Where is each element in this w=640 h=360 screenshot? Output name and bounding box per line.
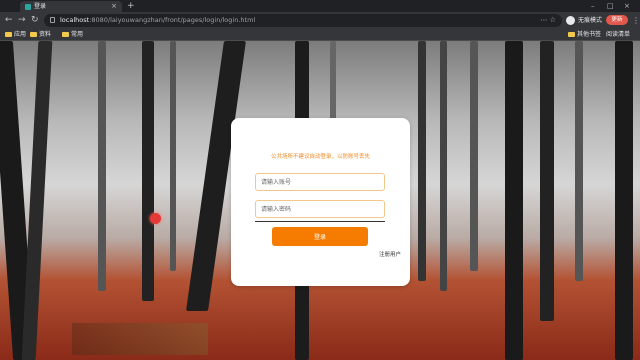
browser-tab-strip: 登录 × + – □ × bbox=[0, 0, 640, 12]
reload-button[interactable]: ↻ bbox=[31, 14, 39, 27]
register-link[interactable]: 注册用户 bbox=[379, 250, 401, 258]
other-bookmarks[interactable]: 其他书签 bbox=[568, 29, 601, 40]
address-bar[interactable]: localhost:8080/laiyouwangzhan/front/page… bbox=[44, 14, 562, 27]
background-tree bbox=[440, 41, 447, 291]
incognito-profile-button[interactable]: 无痕模式 bbox=[566, 14, 602, 27]
tab-close-icon[interactable]: × bbox=[111, 1, 117, 12]
browser-menu-icon[interactable]: ⋮ bbox=[632, 14, 640, 27]
other-bookmarks-label: 其他书签 bbox=[577, 31, 602, 38]
bookmark-resources-label: 资料 bbox=[39, 31, 52, 38]
window-close-button[interactable]: × bbox=[624, 0, 630, 12]
bookmark-apps[interactable]: 应用 bbox=[5, 29, 26, 40]
forward-button[interactable]: → bbox=[18, 14, 26, 27]
folder-icon bbox=[62, 32, 69, 37]
background-tree bbox=[505, 41, 523, 360]
browser-tab[interactable]: 登录 × bbox=[20, 1, 122, 12]
background-tree bbox=[98, 41, 106, 291]
auto-login-notice: 公共场所不建议自动登录，以防账号丢失 bbox=[270, 154, 370, 160]
minimize-button[interactable]: – bbox=[591, 0, 595, 12]
url-path: :8080/laiyouwangzhan/front/pages/login/l… bbox=[89, 16, 256, 24]
url-text[interactable]: localhost:8080/laiyouwangzhan/front/page… bbox=[60, 14, 255, 27]
reading-list-label: 阅读清单 bbox=[606, 31, 631, 38]
update-button[interactable]: 更新 bbox=[606, 15, 628, 25]
new-tab-button[interactable]: + bbox=[127, 0, 135, 12]
background-tree bbox=[540, 41, 554, 321]
bookmark-common[interactable]: 常用 bbox=[62, 29, 83, 40]
login-page-background: 公共场所不建议自动登录，以防账号丢失 登录 注册用户 bbox=[0, 41, 640, 360]
apps-grid-icon bbox=[5, 32, 12, 37]
bookmark-apps-label: 应用 bbox=[14, 31, 27, 38]
browser-toolbar: ← → ↻ localhost:8080/laiyouwangzhan/fron… bbox=[0, 12, 640, 29]
bookmark-resources[interactable]: 资料 bbox=[30, 29, 51, 40]
password-input[interactable] bbox=[255, 200, 385, 218]
background-tree bbox=[142, 41, 154, 301]
account-input[interactable] bbox=[255, 173, 385, 191]
background-tree bbox=[21, 41, 53, 360]
profile-label: 无痕模式 bbox=[578, 17, 603, 24]
url-host: localhost bbox=[60, 16, 90, 24]
cursor-indicator bbox=[150, 213, 161, 224]
bookmark-common-label: 常用 bbox=[71, 31, 84, 38]
site-info-icon[interactable] bbox=[50, 17, 55, 23]
reading-list[interactable]: 阅读清单 bbox=[606, 29, 630, 40]
background-tree bbox=[575, 41, 583, 281]
login-button[interactable]: 登录 bbox=[272, 227, 368, 246]
bookmarks-bar: 应用 资料 常用 其他书签 阅读清单 bbox=[0, 29, 640, 41]
maximize-button[interactable]: □ bbox=[607, 0, 614, 12]
site-logo-banner bbox=[72, 323, 208, 355]
site-favicon-icon bbox=[25, 4, 31, 10]
background-tree bbox=[170, 41, 176, 271]
bookmark-star-icon[interactable]: ⋯ ☆ bbox=[540, 14, 556, 27]
background-tree bbox=[615, 41, 633, 360]
background-tree bbox=[418, 41, 426, 281]
divider bbox=[255, 221, 385, 222]
incognito-avatar-icon bbox=[566, 16, 575, 25]
tab-title: 登录 bbox=[34, 3, 47, 10]
login-card: 公共场所不建议自动登录，以防账号丢失 登录 注册用户 bbox=[231, 118, 410, 286]
folder-icon bbox=[568, 32, 575, 37]
back-button[interactable]: ← bbox=[5, 14, 13, 27]
background-tree bbox=[470, 41, 478, 271]
folder-icon bbox=[30, 32, 37, 37]
